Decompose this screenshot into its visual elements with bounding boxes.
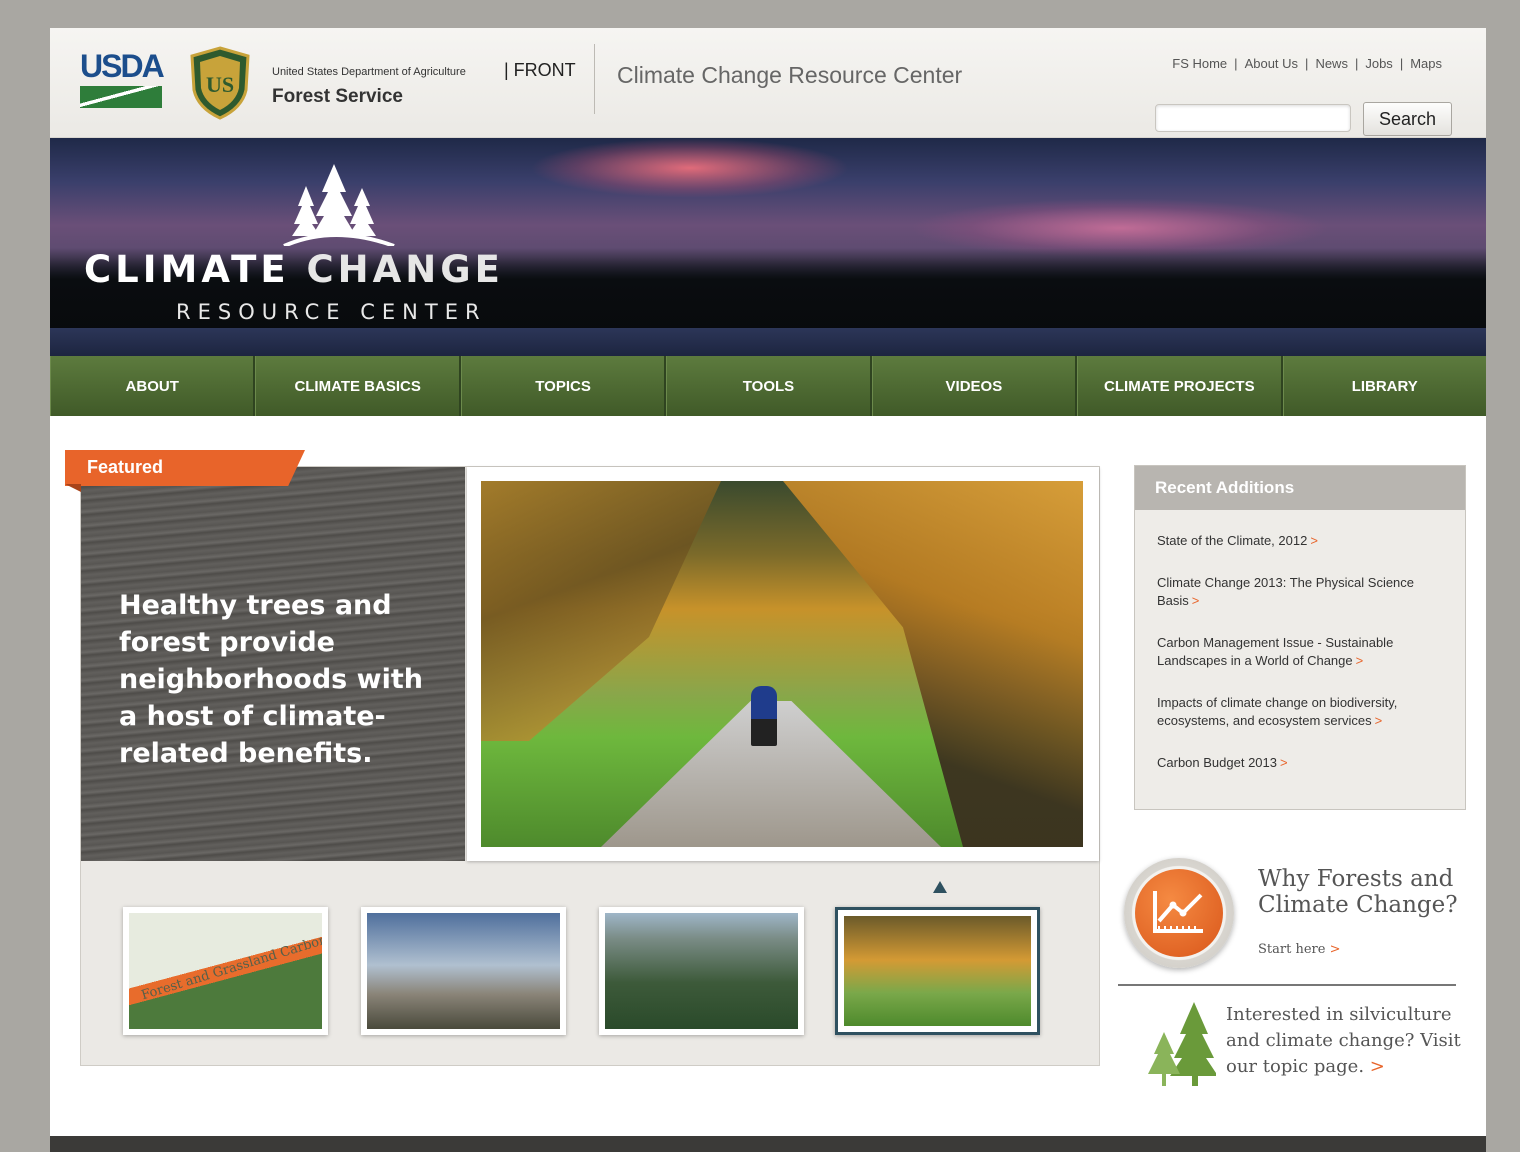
news-link[interactable]: News [1315, 56, 1348, 71]
thumbnail-image [367, 913, 560, 1029]
thumbnail-1[interactable]: Forest and Grassland Carbon in North Ame… [123, 907, 328, 1035]
page: USDA US United States Department of Agri… [50, 28, 1486, 1152]
usda-logo[interactable]: USDA [80, 48, 165, 112]
arrow-icon: > [1329, 942, 1341, 957]
banner-title-change: CHANGE [306, 248, 504, 291]
thumbnail-2[interactable] [361, 907, 566, 1035]
recent-item[interactable]: Impacts of climate change on biodiversit… [1157, 694, 1445, 730]
silviculture-text: Interested in silviculture and climate c… [1226, 1004, 1461, 1077]
search-button[interactable]: Search [1363, 102, 1452, 136]
start-here-label: Start here [1258, 942, 1326, 957]
agency-name[interactable]: Forest Service [272, 86, 403, 108]
why-forests-title[interactable]: Why Forests and Climate Change? [1258, 866, 1458, 918]
carousel-thumbnails: Forest and Grassland Carbon in North Ame… [121, 881, 1051, 1037]
main-nav: ABOUT CLIMATE BASICS TOPICS TOOLS VIDEOS… [50, 356, 1486, 416]
svg-text:US: US [206, 72, 234, 97]
search-input[interactable] [1155, 104, 1351, 132]
thumbnail-3[interactable] [599, 907, 804, 1035]
active-thumbnail-caret-icon [933, 881, 947, 893]
arrow-icon: > [1191, 593, 1200, 608]
banner-subtitle: RESOURCE CENTER [176, 300, 487, 324]
footer-bar [50, 1136, 1486, 1152]
why-forests-inner [1135, 869, 1223, 957]
trend-chart-icon [1153, 891, 1203, 933]
fs-home-link[interactable]: FS Home [1172, 56, 1227, 71]
site-header: USDA US United States Department of Agri… [50, 28, 1486, 138]
photo-cyclist [751, 686, 777, 746]
utility-links: FS Home | About Us | News | Jobs | Maps [1172, 56, 1442, 71]
pine-trees-icon [283, 164, 395, 246]
recent-item-label: State of the Climate, 2012 [1157, 533, 1308, 548]
link-separator: | [1354, 56, 1359, 71]
featured-carousel: Healthy trees and forest provide neighbo… [80, 466, 1100, 1066]
usda-logo-text: USDA [80, 48, 165, 84]
arrow-icon: > [1374, 713, 1383, 728]
hero-banner: CLIMATE CHANGE RESOURCE CENTER [50, 138, 1486, 356]
nav-about[interactable]: ABOUT [50, 356, 256, 416]
nav-topics[interactable]: TOPICS [460, 356, 667, 416]
arrow-icon: > [1369, 1056, 1385, 1077]
climate-change-logo[interactable]: CLIMATE CHANGE RESOURCE CENTER [84, 158, 574, 338]
forest-service-shield-icon[interactable]: US [188, 46, 252, 120]
recent-additions-list: State of the Climate, 2012 > Climate Chan… [1135, 510, 1465, 772]
nav-climate-projects[interactable]: CLIMATE PROJECTS [1077, 356, 1283, 416]
arrow-icon: > [1279, 755, 1288, 770]
featured-tab-label: Featured [87, 457, 164, 477]
nav-climate-basics[interactable]: CLIMATE BASICS [255, 356, 461, 416]
banner-cloud [530, 138, 850, 198]
recent-item[interactable]: Carbon Management Issue - Sustainable La… [1157, 634, 1445, 670]
about-us-link[interactable]: About Us [1245, 56, 1298, 71]
why-forests-badge[interactable] [1124, 858, 1234, 968]
recent-item-label: Carbon Budget 2013 [1157, 755, 1277, 770]
usda-logo-stripe [80, 86, 162, 108]
link-separator: | [1234, 56, 1238, 71]
banner-title: CLIMATE CHANGE [84, 248, 574, 291]
recent-item-label: Impacts of climate change on biodiversit… [1157, 695, 1398, 728]
pine-trees-icon [1148, 1002, 1216, 1086]
thumbnail-image [605, 913, 798, 1029]
thumbnail-image [844, 916, 1031, 1026]
agency-front-label: | FRONT [504, 60, 576, 80]
banner-title-climate: CLIMATE [84, 248, 290, 291]
site-title[interactable]: Climate Change Resource Center [617, 62, 962, 89]
recent-item[interactable]: State of the Climate, 2012 > [1157, 532, 1445, 550]
thumbnail-4[interactable] [835, 907, 1040, 1035]
silviculture-promo[interactable]: Interested in silviculture and climate c… [1226, 1002, 1466, 1080]
recent-additions-panel: Recent Additions State of the Climate, 2… [1134, 465, 1466, 810]
arrow-icon: > [1310, 533, 1318, 548]
section-divider [1118, 984, 1456, 986]
nav-library[interactable]: LIBRARY [1282, 356, 1486, 416]
header-divider [594, 44, 595, 114]
nav-videos[interactable]: VIDEOS [871, 356, 1078, 416]
recent-item[interactable]: Climate Change 2013: The Physical Scienc… [1157, 574, 1445, 610]
featured-photo[interactable] [481, 481, 1083, 847]
agency-department[interactable]: United States Department of Agriculture [272, 66, 466, 78]
nav-tools[interactable]: TOOLS [666, 356, 872, 416]
maps-link[interactable]: Maps [1410, 56, 1442, 71]
photo-tree-left [481, 481, 721, 741]
link-separator: | [1305, 56, 1309, 71]
recent-item[interactable]: Carbon Budget 2013 > [1157, 754, 1445, 772]
arrow-icon: > [1355, 653, 1364, 668]
thumbnail-image: Forest and Grassland Carbon in North Ame… [129, 913, 322, 1029]
link-separator: | [1399, 56, 1404, 71]
start-here-link[interactable]: Start here > [1258, 942, 1340, 957]
thumbnail-caption: Forest and Grassland Carbon in North Ame… [139, 913, 322, 1004]
jobs-link[interactable]: Jobs [1365, 56, 1392, 71]
recent-additions-title: Recent Additions [1135, 466, 1465, 510]
featured-text-panel: Healthy trees and forest provide neighbo… [81, 467, 465, 861]
featured-photo-frame [467, 467, 1099, 861]
featured-heading[interactable]: Healthy trees and forest provide neighbo… [119, 587, 439, 772]
